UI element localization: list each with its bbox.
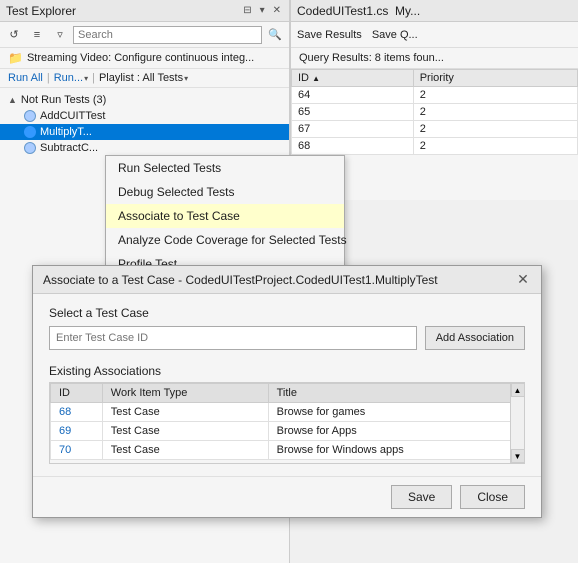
dialog-title-bar: Associate to a Test Case - CodedUITestPr… (33, 266, 541, 294)
tree-section-header: ▲ Not Run Tests (3) (0, 92, 289, 108)
save-results-button[interactable]: Save Results (295, 29, 364, 41)
test-icon-subtract (24, 142, 36, 154)
search-input[interactable] (78, 29, 257, 41)
context-menu: Run Selected Tests Debug Selected Tests … (105, 155, 345, 277)
associate-dialog: Associate to a Test Case - CodedUITestPr… (32, 265, 542, 518)
tree-item-label-subtract: SubtractC... (40, 142, 98, 154)
playlist-chevron: ▾ (184, 74, 188, 83)
dialog-close-button[interactable]: ✕ (515, 272, 531, 288)
playlist-dropdown[interactable]: Playlist : All Tests ▾ (99, 72, 188, 84)
tree-item-label-add: AddCUITTest (40, 110, 105, 122)
assoc-id-68[interactable]: 68 (51, 403, 103, 422)
group-button[interactable]: ≡ (27, 25, 47, 45)
filter-button[interactable]: ▿ (50, 25, 70, 45)
separator-2: | (92, 72, 95, 84)
tree-item-add[interactable]: AddCUITTest (0, 108, 289, 124)
assoc-title-69: Browse for Apps (268, 422, 523, 441)
existing-associations-label: Existing Associations (49, 364, 525, 378)
separator-1: | (47, 72, 50, 84)
assoc-row-70: 70 Test Case Browse for Windows apps (51, 441, 524, 460)
assoc-col-title: Title (268, 384, 523, 403)
test-case-row: Add Association (49, 326, 525, 350)
streaming-bar: 📁 Streaming Video: Configure continuous … (0, 48, 289, 69)
scroll-down-button[interactable]: ▼ (511, 449, 525, 463)
cell-priority: 2 (413, 121, 577, 138)
streaming-text: Streaming Video: Configure continuous in… (27, 52, 254, 64)
cell-priority: 2 (413, 87, 577, 104)
title-icons: ⊟ ▾ ✕ (241, 4, 283, 17)
folder-icon: 📁 (8, 51, 23, 65)
scroll-track (511, 397, 524, 449)
search-box (73, 26, 262, 44)
scroll-up-button[interactable]: ▲ (511, 383, 525, 397)
playlist-text: Playlist : All Tests (99, 72, 183, 84)
table-row: 64 2 (292, 87, 578, 104)
test-explorer-title-bar: Test Explorer ⊟ ▾ ✕ (0, 0, 289, 22)
save-button[interactable]: Save (391, 485, 452, 509)
cell-id: 65 (292, 104, 414, 121)
menu-icon[interactable]: ▾ (258, 4, 267, 17)
tree-section-label: Not Run Tests (3) (21, 94, 106, 106)
close-button[interactable]: Close (460, 485, 525, 509)
tree-collapse-icon[interactable]: ▲ (8, 95, 17, 105)
ctx-analyze-coverage[interactable]: Analyze Code Coverage for Selected Tests (106, 228, 344, 252)
dialog-footer: Save Close (33, 476, 541, 517)
assoc-title-68: Browse for games (268, 403, 523, 422)
coded-title-bar: CodedUITest1.cs My... (291, 0, 578, 22)
ctx-debug-selected[interactable]: Debug Selected Tests (106, 180, 344, 204)
associations-table: ID Work Item Type Title 68 Test Case Bro… (50, 383, 524, 460)
assoc-col-type: Work Item Type (102, 384, 268, 403)
run-all-link[interactable]: Run All (8, 72, 43, 84)
results-table: ID ▲ Priority 64 2 65 2 67 2 68 2 (291, 69, 578, 155)
assoc-title-70: Browse for Windows apps (268, 441, 523, 460)
dialog-title: Associate to a Test Case - CodedUITestPr… (43, 273, 438, 287)
query-results-text: Query Results: 8 items foun... (291, 48, 578, 69)
associations-table-wrapper: ID Work Item Type Title 68 Test Case Bro… (49, 382, 525, 464)
coded-toolbar: Save Results Save Q... (291, 22, 578, 48)
test-icon-multiply (24, 126, 36, 138)
col-header-priority[interactable]: Priority (413, 70, 577, 87)
test-tree: ▲ Not Run Tests (3) AddCUITTest Multiply… (0, 88, 289, 160)
ctx-run-selected[interactable]: Run Selected Tests (106, 156, 344, 180)
dialog-body: Select a Test Case Add Association Exist… (33, 294, 541, 476)
coded-title: CodedUITest1.cs My... (297, 4, 420, 18)
assoc-type-70: Test Case (102, 441, 268, 460)
pin-icon[interactable]: ⊟ (241, 4, 253, 17)
cell-priority: 2 (413, 104, 577, 121)
run-bar: Run All | Run... ▾ | Playlist : All Test… (0, 69, 289, 88)
cell-priority: 2 (413, 138, 577, 155)
save-q-button[interactable]: Save Q... (370, 29, 420, 41)
assoc-col-id: ID (51, 384, 103, 403)
assoc-row-69: 69 Test Case Browse for Apps (51, 422, 524, 441)
cell-id: 64 (292, 87, 414, 104)
table-row: 68 2 (292, 138, 578, 155)
cell-id: 67 (292, 121, 414, 138)
tree-item-subtract[interactable]: SubtractC... (0, 140, 289, 156)
assoc-type-68: Test Case (102, 403, 268, 422)
test-case-input[interactable] (49, 326, 417, 350)
run-dropdown[interactable]: Run... ▾ (54, 72, 88, 84)
tree-item-multiply[interactable]: MultiplyT... (0, 124, 289, 140)
test-explorer-title: Test Explorer (6, 4, 76, 18)
run-link[interactable]: Run... (54, 72, 83, 84)
assoc-row-68: 68 Test Case Browse for games (51, 403, 524, 422)
test-icon-add (24, 110, 36, 122)
refresh-button[interactable]: ↺ (4, 25, 24, 45)
col-header-id[interactable]: ID ▲ (292, 70, 414, 87)
toolbar-row: ↺ ≡ ▿ 🔍 (0, 22, 289, 48)
search-icon[interactable]: 🔍 (265, 25, 285, 45)
ctx-associate[interactable]: Associate to Test Case (106, 204, 344, 228)
assoc-id-69[interactable]: 69 (51, 422, 103, 441)
select-test-case-label: Select a Test Case (49, 306, 525, 320)
table-row: 67 2 (292, 121, 578, 138)
assoc-id-70[interactable]: 70 (51, 441, 103, 460)
assoc-scrollbar: ▲ ▼ (510, 383, 524, 463)
run-chevron: ▾ (84, 74, 88, 83)
close-icon[interactable]: ✕ (271, 4, 283, 17)
add-association-button[interactable]: Add Association (425, 326, 525, 350)
tree-item-label-multiply: MultiplyT... (40, 126, 92, 138)
table-row: 65 2 (292, 104, 578, 121)
assoc-type-69: Test Case (102, 422, 268, 441)
cell-id: 68 (292, 138, 414, 155)
